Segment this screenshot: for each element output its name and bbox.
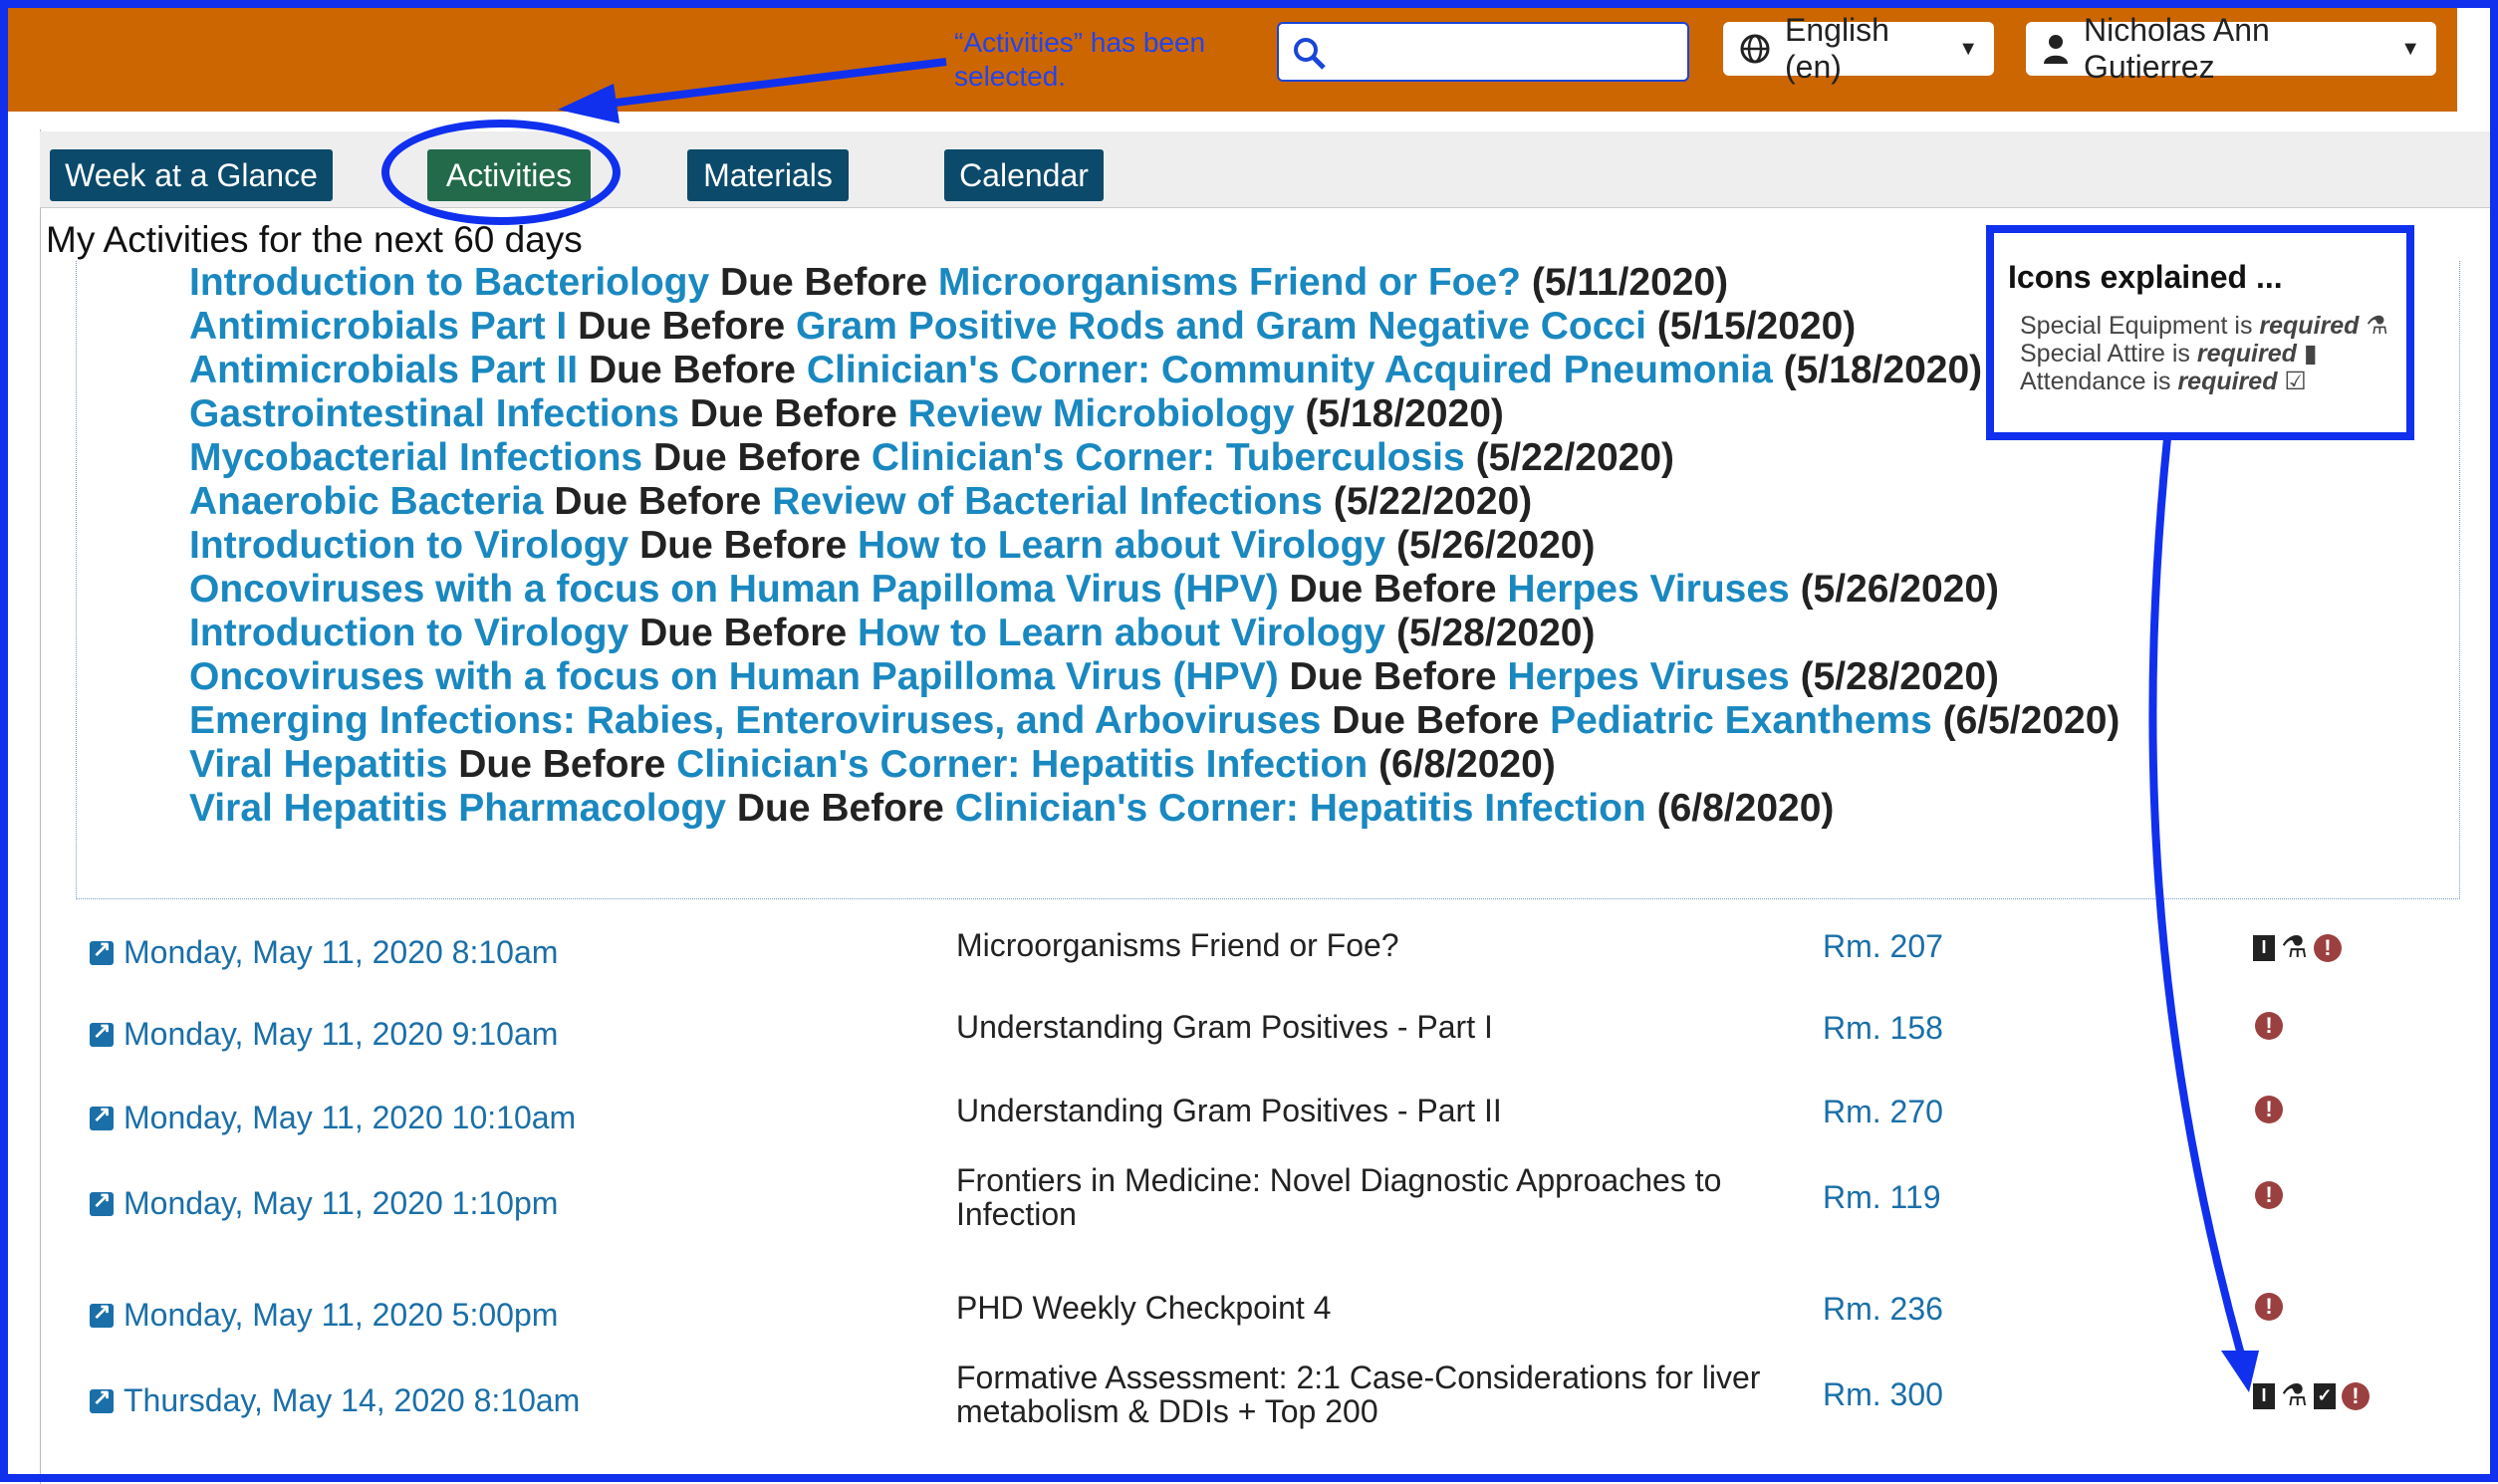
annotation-arrow	[558, 58, 2259, 1392]
